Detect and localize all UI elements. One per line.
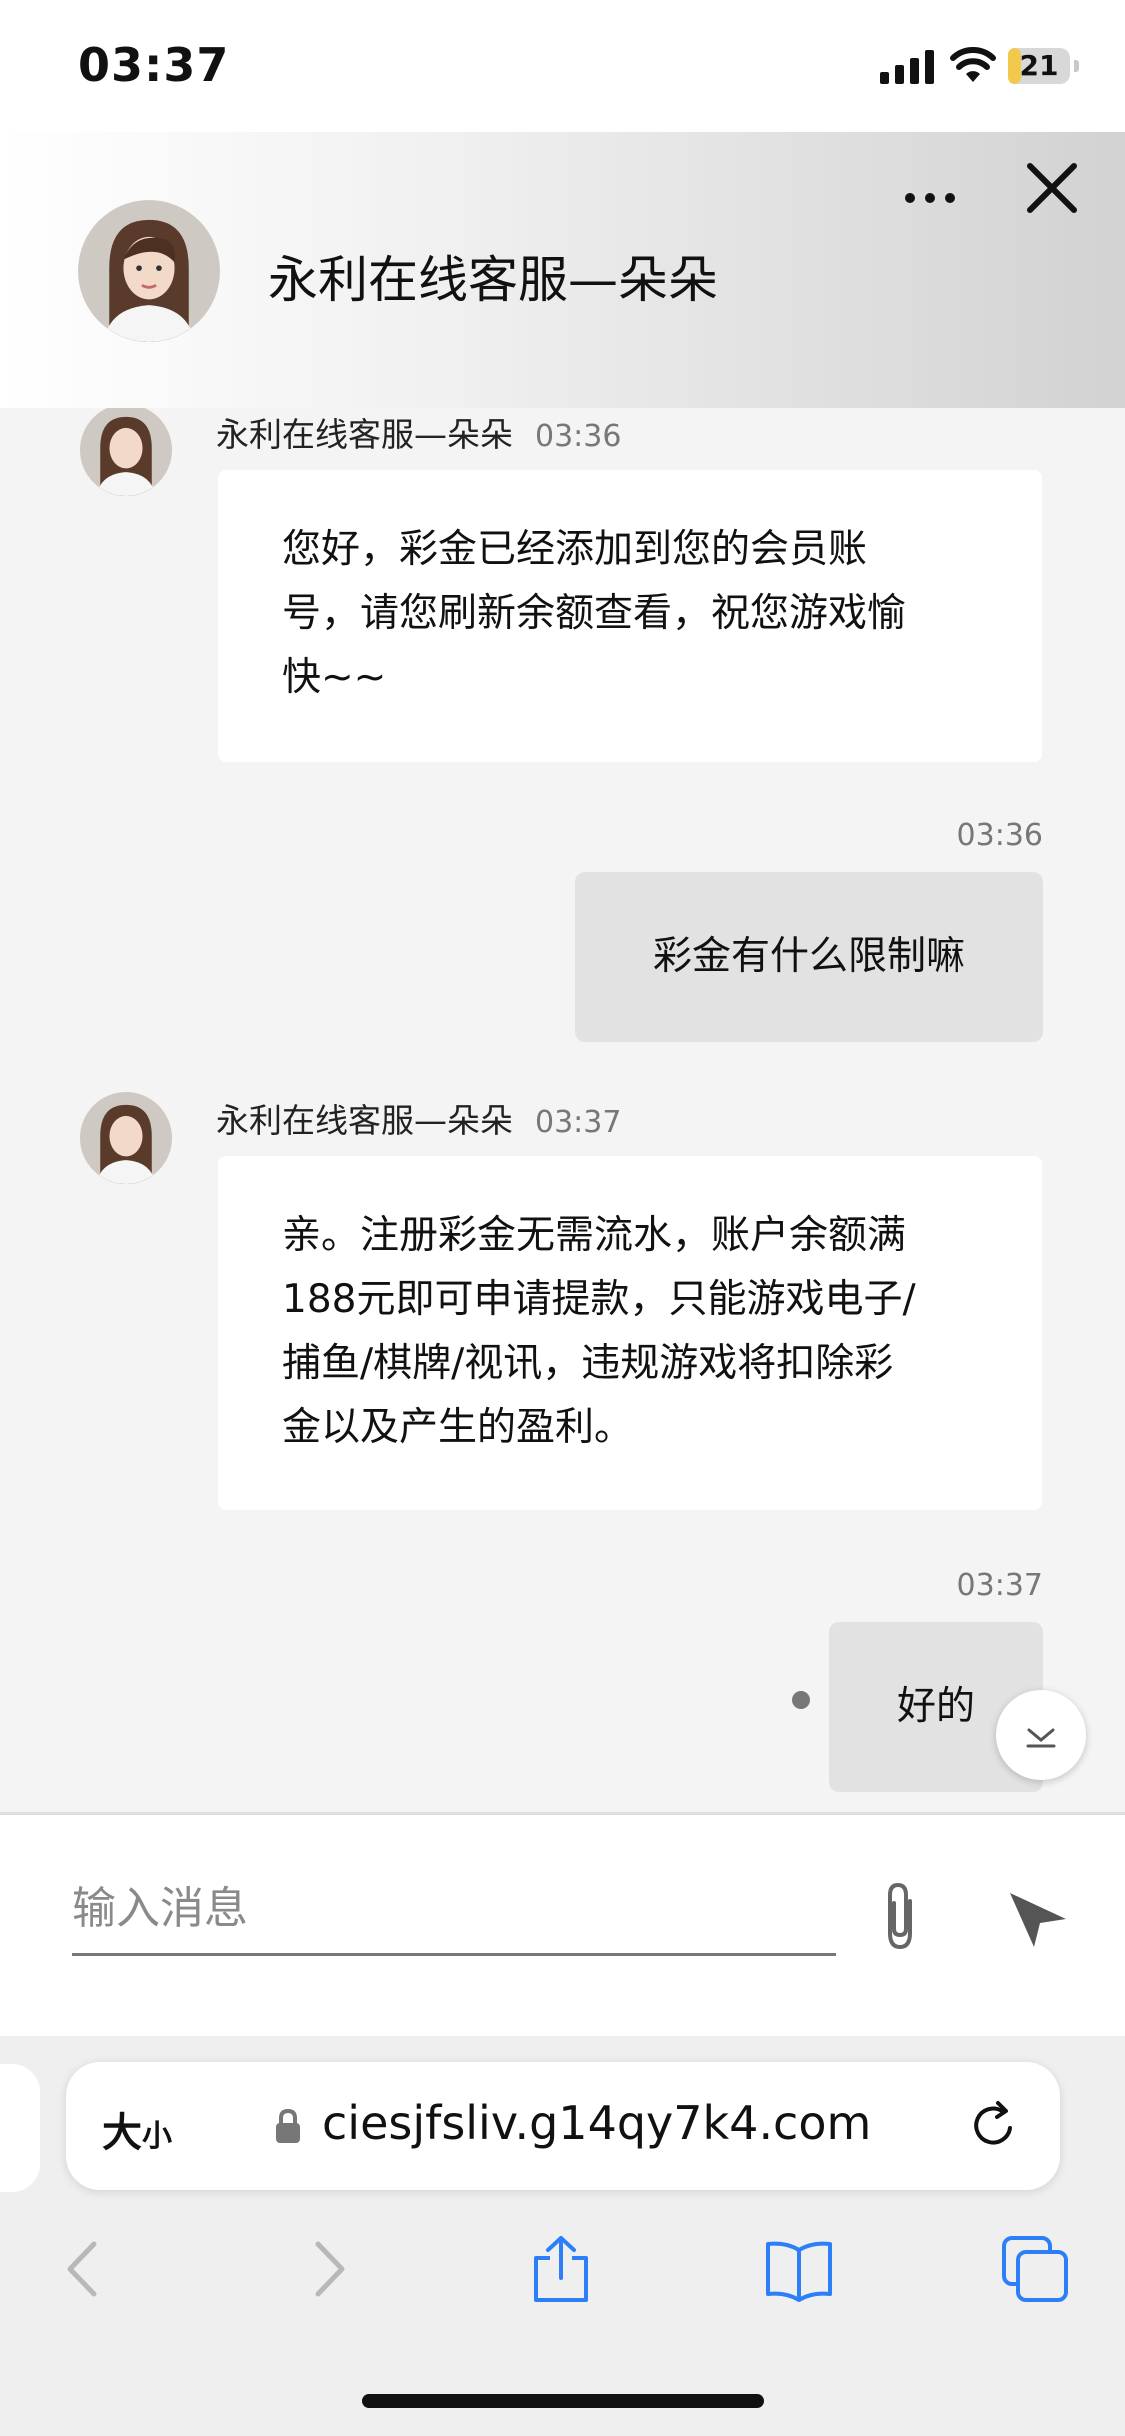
message-line: 快~~ (282, 655, 387, 700)
chevron-down-icon (1026, 1728, 1056, 1748)
incoming-message: 您好，彩金已经添加到您的会员账 号，请您刷新余额查看，祝您游戏愉 快~~ (218, 470, 1042, 762)
previous-tab-preview[interactable] (0, 2064, 40, 2192)
cellular-signal-icon (880, 50, 934, 84)
home-indicator[interactable] (362, 2394, 764, 2408)
message-input[interactable] (72, 1863, 836, 1956)
browser-toolbar: 大小 ciesjfsliv.g14qy7k4.com (0, 2036, 1125, 2436)
share-icon[interactable] (526, 2234, 596, 2304)
message-composer (0, 1812, 1125, 2037)
address-bar[interactable]: 大小 ciesjfsliv.g14qy7k4.com (66, 2062, 1060, 2190)
message-line: 金以及产生的盈利。 (282, 1405, 634, 1450)
message-avatar (80, 408, 172, 496)
status-time: 03:37 (78, 38, 230, 92)
reload-icon[interactable] (966, 2098, 1022, 2154)
back-icon[interactable] (50, 2234, 120, 2304)
message-sender: 永利在线客服—朵朵 03:36 (216, 408, 621, 456)
battery-level: 21 (1019, 49, 1059, 82)
outgoing-message: 彩金有什么限制嘛 (575, 872, 1043, 1042)
sending-status-dot (792, 1691, 810, 1709)
message-time: 03:37 (956, 1568, 1043, 1603)
url-text: ciesjfsliv.g14qy7k4.com (322, 2096, 872, 2150)
sender-name: 永利在线客服—朵朵 (216, 1101, 513, 1140)
more-icon[interactable] (900, 178, 960, 218)
message-avatar (80, 1092, 172, 1184)
sender-name: 永利在线客服—朵朵 (216, 415, 513, 454)
lock-icon (276, 2108, 300, 2143)
forward-icon[interactable] (292, 2234, 362, 2304)
scroll-to-bottom-button[interactable] (996, 1690, 1086, 1780)
message-list[interactable]: 永利在线客服—朵朵 03:36 您好，彩金已经添加到您的会员账 号，请您刷新余额查… (0, 408, 1125, 1812)
message-time: 03:36 (535, 419, 622, 454)
chat-header: 永利在线客服—朵朵 (0, 132, 1125, 408)
paperclip-icon[interactable] (870, 1879, 930, 1953)
message-sender: 永利在线客服—朵朵 03:37 (216, 1094, 621, 1142)
send-icon[interactable] (1004, 1885, 1070, 1951)
incoming-message: 亲。注册彩金无需流水，账户余额满 188元即可申请提款，只能游戏电子/ 捕鱼/棋… (218, 1156, 1042, 1510)
message-time: 03:37 (535, 1105, 622, 1140)
message-time: 03:36 (956, 818, 1043, 853)
bookmarks-icon[interactable] (764, 2234, 834, 2304)
message-line: 您好，彩金已经添加到您的会员账 (282, 527, 868, 572)
message-line: 188元即可申请提款，只能游戏电子/ (282, 1277, 916, 1322)
chat-title: 永利在线客服—朵朵 (268, 251, 718, 309)
tabs-icon[interactable] (1000, 2234, 1070, 2304)
status-bar: 03:37 21 (0, 0, 1125, 132)
text-size-small: 小 (142, 2119, 172, 2154)
text-size-button[interactable]: 大小 (102, 2100, 172, 2158)
message-line: 捕鱼/棋牌/视讯，违规游戏将扣除彩 (282, 1341, 894, 1386)
message-line: 亲。注册彩金无需流水，账户余额满 (282, 1213, 907, 1258)
close-icon[interactable] (1022, 158, 1082, 218)
message-line: 号，请您刷新余额查看，祝您游戏愉 (282, 591, 907, 636)
battery-icon: 21 (1008, 48, 1070, 84)
wifi-icon (950, 47, 996, 82)
text-size-big: 大 (102, 2110, 142, 2156)
agent-avatar (78, 200, 220, 342)
battery-cap (1074, 60, 1079, 72)
